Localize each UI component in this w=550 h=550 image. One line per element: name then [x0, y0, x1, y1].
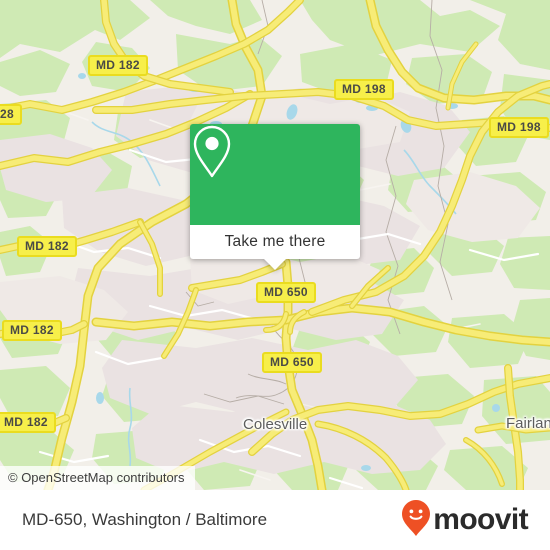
moovit-wordmark: moovit: [433, 503, 528, 536]
road-shield-md182-mid: MD 182: [17, 236, 77, 257]
road-shield-md650-lower: MD 650: [262, 352, 322, 373]
footer-bar: MD-650, Washington / Baltimore moovit: [0, 490, 550, 550]
callout-pointer-tail: [264, 259, 286, 270]
moovit-smiley-pin-icon: [401, 499, 431, 542]
road-shield-md198-west: MD 198: [334, 79, 394, 100]
moovit-map-screen: .park{fill:#cfeab4} .parkd{fill:#c3e4a6}…: [0, 0, 550, 550]
callout-image-area: [190, 124, 360, 225]
map-canvas[interactable]: .park{fill:#cfeab4} .parkd{fill:#c3e4a6}…: [0, 0, 550, 490]
road-shield-md650-upper: MD 650: [256, 282, 316, 303]
take-me-there-button-label: Take me there: [224, 233, 326, 250]
road-shield-md182-bottom: MD 182: [0, 412, 56, 433]
callout-action-area[interactable]: Take me there: [190, 225, 360, 259]
moovit-brand[interactable]: moovit: [401, 499, 529, 542]
take-me-there-callout[interactable]: Take me there: [190, 124, 360, 270]
osm-attribution[interactable]: © OpenStreetMap contributors: [0, 466, 195, 490]
road-shield-md182-north: MD 182: [88, 55, 148, 76]
road-shield-28: 28: [0, 104, 22, 125]
road-shield-md182-lower: MD 182: [2, 320, 62, 341]
page-title: MD-650, Washington / Baltimore: [22, 510, 268, 529]
road-shield-md198-east: MD 198: [489, 117, 549, 138]
place-label-colesville: Colesville: [243, 416, 308, 433]
place-label-fairland: Fairland: [506, 415, 550, 432]
